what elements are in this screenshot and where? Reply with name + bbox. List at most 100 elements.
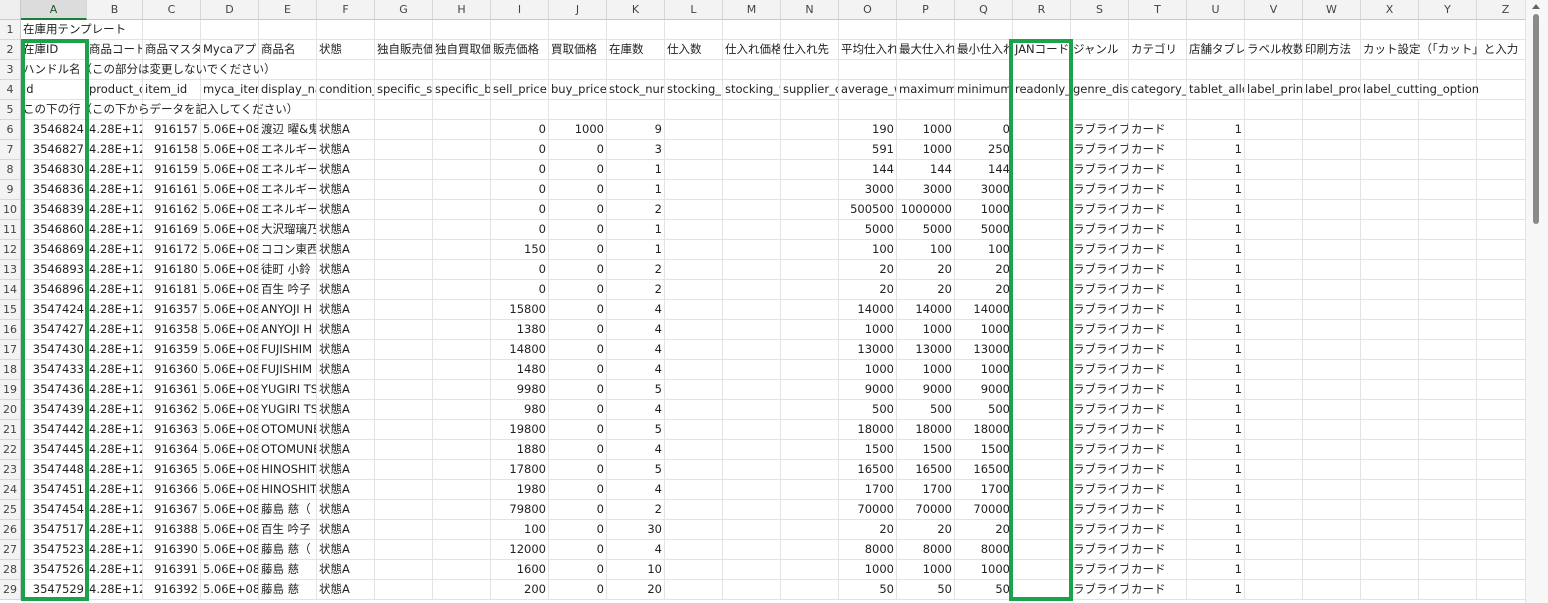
cell-k4[interactable]: stock_num: [607, 80, 665, 100]
cell-z13[interactable]: [1477, 260, 1526, 280]
cell-k12[interactable]: 1: [607, 240, 665, 260]
cell-n7[interactable]: [781, 140, 839, 160]
column-header-h[interactable]: H: [433, 0, 491, 20]
cell-y29[interactable]: [1419, 580, 1477, 600]
cell-p11[interactable]: 5000: [897, 220, 955, 240]
cell-s27[interactable]: ラブライブ: [1071, 540, 1129, 560]
cell-h17[interactable]: [433, 340, 491, 360]
cell-p19[interactable]: 9000: [897, 380, 955, 400]
cell-f15[interactable]: 状態A: [317, 300, 375, 320]
cell-b29[interactable]: 4.28E+12: [87, 580, 143, 600]
cell-k6[interactable]: 9: [607, 120, 665, 140]
cell-w23[interactable]: [1303, 460, 1361, 480]
cell-s15[interactable]: ラブライブ: [1071, 300, 1129, 320]
cell-n20[interactable]: [781, 400, 839, 420]
cell-y28[interactable]: [1419, 560, 1477, 580]
cell-l12[interactable]: [665, 240, 723, 260]
cell-z20[interactable]: [1477, 400, 1526, 420]
cell-j11[interactable]: 0: [549, 220, 607, 240]
cell-u12[interactable]: 1: [1187, 240, 1245, 260]
cell-x4[interactable]: label_cutting_option: [1361, 80, 1526, 100]
cell-p18[interactable]: 1000: [897, 360, 955, 380]
column-header-u[interactable]: U: [1187, 0, 1245, 20]
cell-r11[interactable]: [1013, 220, 1071, 240]
cell-x16[interactable]: [1361, 320, 1419, 340]
cell-q23[interactable]: 16500: [955, 460, 1013, 480]
cell-h12[interactable]: [433, 240, 491, 260]
cell-e6[interactable]: 渡辺 曜&鬼: [259, 120, 317, 140]
cell-o10[interactable]: 500500: [839, 200, 897, 220]
cell-k19[interactable]: 5: [607, 380, 665, 400]
cell-k10[interactable]: 2: [607, 200, 665, 220]
cell-y16[interactable]: [1419, 320, 1477, 340]
cell-g18[interactable]: [375, 360, 433, 380]
cell-empty[interactable]: [1187, 60, 1245, 80]
cell-n16[interactable]: [781, 320, 839, 340]
cell-c2[interactable]: 商品マスタ: [143, 40, 201, 60]
cell-l16[interactable]: [665, 320, 723, 340]
cell-e12[interactable]: ココン東西: [259, 240, 317, 260]
cell-a18[interactable]: 3547433: [21, 360, 87, 380]
scroll-thumb[interactable]: [1533, 14, 1539, 224]
cell-s6[interactable]: ラブライブ: [1071, 120, 1129, 140]
cell-empty[interactable]: [1187, 100, 1245, 120]
cell-f2[interactable]: 状態: [317, 40, 375, 60]
cell-d16[interactable]: 5.06E+08: [201, 320, 259, 340]
cell-t12[interactable]: カード: [1129, 240, 1187, 260]
row-header-8[interactable]: 8: [0, 160, 21, 180]
cell-v8[interactable]: [1245, 160, 1303, 180]
cell-w6[interactable]: [1303, 120, 1361, 140]
cell-b14[interactable]: 4.28E+12: [87, 280, 143, 300]
cell-i10[interactable]: 0: [491, 200, 549, 220]
cell-t2[interactable]: カテゴリ: [1129, 40, 1187, 60]
cell-t4[interactable]: category_: [1129, 80, 1187, 100]
row-header-19[interactable]: 19: [0, 380, 21, 400]
cell-x25[interactable]: [1361, 500, 1419, 520]
cell-b2[interactable]: 商品コード: [87, 40, 143, 60]
cell-p15[interactable]: 14000: [897, 300, 955, 320]
cell-r21[interactable]: [1013, 420, 1071, 440]
cell-z7[interactable]: [1477, 140, 1526, 160]
cell-t21[interactable]: カード: [1129, 420, 1187, 440]
cell-h15[interactable]: [433, 300, 491, 320]
cell-empty[interactable]: [955, 60, 1013, 80]
cell-v13[interactable]: [1245, 260, 1303, 280]
cell-z6[interactable]: [1477, 120, 1526, 140]
cell-f24[interactable]: 状態A: [317, 480, 375, 500]
cell-empty[interactable]: [1361, 60, 1419, 80]
cell-z23[interactable]: [1477, 460, 1526, 480]
cell-x29[interactable]: [1361, 580, 1419, 600]
cell-e25[interactable]: 藤島 慈（: [259, 500, 317, 520]
cell-i16[interactable]: 1380: [491, 320, 549, 340]
cell-j17[interactable]: 0: [549, 340, 607, 360]
cell-d9[interactable]: 5.06E+08: [201, 180, 259, 200]
cell-g6[interactable]: [375, 120, 433, 140]
cell-empty[interactable]: [955, 20, 1013, 40]
cell-k18[interactable]: 4: [607, 360, 665, 380]
cell-o21[interactable]: 18000: [839, 420, 897, 440]
cell-o16[interactable]: 1000: [839, 320, 897, 340]
cell-x17[interactable]: [1361, 340, 1419, 360]
cell-k14[interactable]: 2: [607, 280, 665, 300]
cell-r25[interactable]: [1013, 500, 1071, 520]
cell-k2[interactable]: 在庫数: [607, 40, 665, 60]
cell-l11[interactable]: [665, 220, 723, 240]
cell-o22[interactable]: 1500: [839, 440, 897, 460]
cell-p2[interactable]: 最大仕入れ: [897, 40, 955, 60]
cell-w17[interactable]: [1303, 340, 1361, 360]
cell-x14[interactable]: [1361, 280, 1419, 300]
cell-q11[interactable]: 5000: [955, 220, 1013, 240]
row-header-13[interactable]: 13: [0, 260, 21, 280]
cell-s28[interactable]: ラブライブ: [1071, 560, 1129, 580]
cell-y20[interactable]: [1419, 400, 1477, 420]
cell-j7[interactable]: 0: [549, 140, 607, 160]
cell-n27[interactable]: [781, 540, 839, 560]
cell-b11[interactable]: 4.28E+12: [87, 220, 143, 240]
cell-y6[interactable]: [1419, 120, 1477, 140]
cell-j16[interactable]: 0: [549, 320, 607, 340]
cell-p7[interactable]: 1000: [897, 140, 955, 160]
cell-i15[interactable]: 15800: [491, 300, 549, 320]
cell-r17[interactable]: [1013, 340, 1071, 360]
cell-empty[interactable]: [1245, 100, 1303, 120]
cell-n8[interactable]: [781, 160, 839, 180]
